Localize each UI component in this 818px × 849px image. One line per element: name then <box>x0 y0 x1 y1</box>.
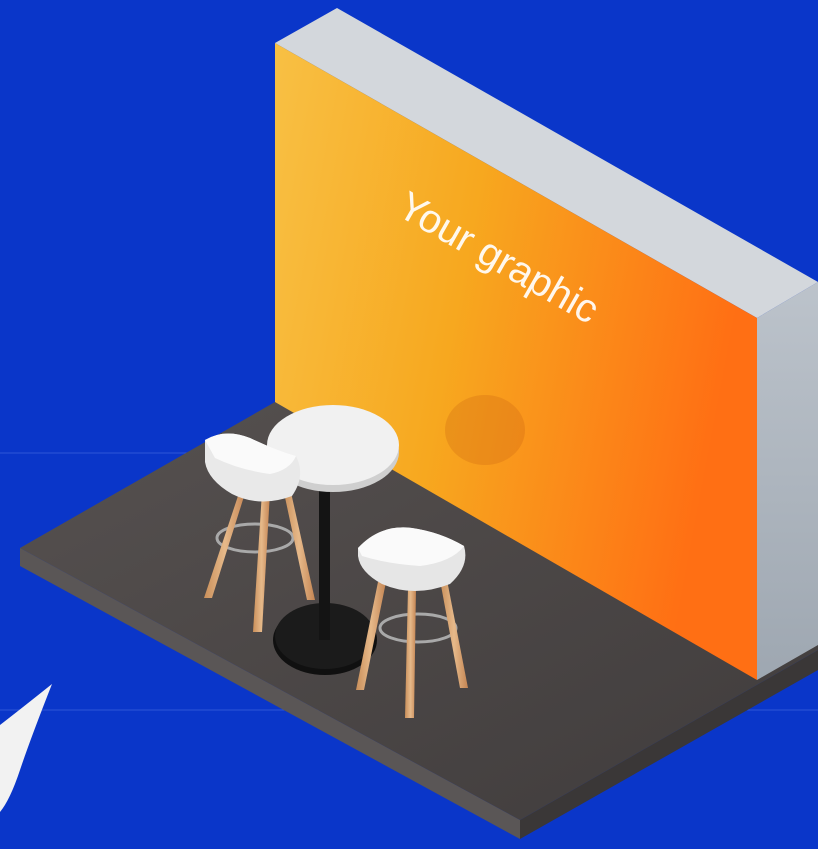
decorative-white-shape <box>0 684 52 812</box>
exhibition-booth-scene: Your graphic <box>0 0 818 849</box>
booth-illustration: Your graphic <box>0 8 818 839</box>
wall-side <box>757 282 818 680</box>
table-pole <box>319 470 330 640</box>
